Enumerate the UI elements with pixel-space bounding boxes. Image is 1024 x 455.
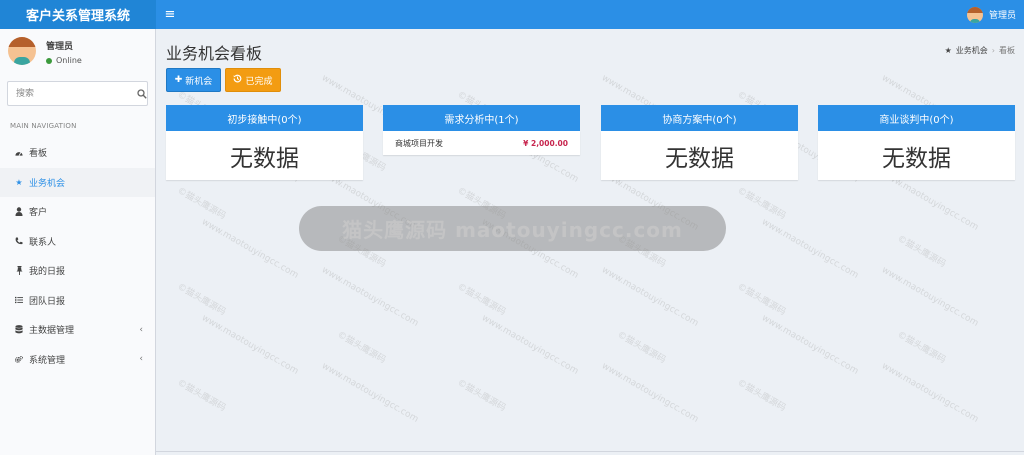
sidebar-item-my-daily-report[interactable]: 我的日报 bbox=[0, 256, 155, 286]
user-status-label: Online bbox=[56, 56, 82, 65]
watermark-text: www.maotouyingcc.com bbox=[879, 265, 981, 329]
board-column-negotiation: 商业谈判中(0个) 无数据 bbox=[818, 105, 1015, 180]
menu-toggle-icon[interactable]: ≡ bbox=[156, 0, 184, 29]
watermark-text: www.maotouyingcc.com bbox=[759, 313, 861, 377]
breadcrumb: ★ 业务机会 › 看板 bbox=[945, 45, 1015, 56]
column-body: 商城项目开发 ¥ 2,000.00 bbox=[383, 131, 580, 155]
top-navbar: ≡ 管理员 bbox=[156, 0, 1024, 29]
watermark-text: ©猫头鹰源码 bbox=[895, 233, 948, 270]
user-panel: 管理员 Online bbox=[8, 37, 82, 67]
opportunity-card[interactable]: 商城项目开发 ¥ 2,000.00 bbox=[383, 131, 580, 155]
sidebar-item-team-daily-report[interactable]: 团队日报 bbox=[0, 286, 155, 316]
watermark-text: ©猫头鹰源码 bbox=[175, 185, 228, 222]
column-header: 需求分析中(1个) bbox=[383, 105, 580, 131]
chevron-left-icon: ‹ bbox=[139, 354, 143, 365]
sidebar-item-label: 看板 bbox=[29, 149, 48, 160]
star-icon: ★ bbox=[944, 46, 952, 55]
sidebar-item-label: 系统管理 bbox=[29, 355, 66, 366]
search-input[interactable] bbox=[8, 82, 136, 105]
watermark-text: ©猫头鹰源码 bbox=[735, 281, 788, 318]
watermark-text: www.maotouyingcc.com bbox=[199, 217, 301, 281]
board-column-initial-contact: 初步接触中(0个) 无数据 bbox=[166, 105, 363, 180]
phone-icon bbox=[15, 237, 23, 246]
sidebar-item-label: 主数据管理 bbox=[29, 326, 75, 337]
chevron-left-icon: ‹ bbox=[139, 324, 143, 335]
column-header: 协商方案中(0个) bbox=[601, 105, 798, 131]
history-icon bbox=[233, 74, 242, 86]
sidebar-item-label: 业务机会 bbox=[29, 178, 66, 189]
watermark-text: ©猫头鹰源码 bbox=[895, 329, 948, 366]
board-column-needs-analysis: 需求分析中(1个) 商城项目开发 ¥ 2,000.00 bbox=[383, 105, 580, 155]
opportunity-name[interactable]: 商城项目开发 bbox=[395, 138, 443, 149]
dashboard-icon bbox=[15, 148, 23, 157]
sidebar-item-opportunities[interactable]: ★ 业务机会 bbox=[0, 167, 155, 197]
column-body: 无数据 bbox=[818, 131, 1015, 180]
watermark-text: www.maotouyingcc.com bbox=[479, 313, 581, 377]
breadcrumb-current: 看板 bbox=[999, 46, 1015, 55]
new-opportunity-label: 新机会 bbox=[185, 76, 213, 87]
new-opportunity-button[interactable]: ✚ 新机会 bbox=[166, 68, 221, 92]
sidebar: 管理员 Online MAIN NAVIGATION 看板 ★ 业务机会 bbox=[0, 29, 156, 455]
watermark-banner: 猫头鹰源码 maotouyingcc.com bbox=[299, 206, 726, 251]
list-icon bbox=[15, 296, 23, 305]
star-icon: ★ bbox=[15, 177, 23, 187]
watermark-text: www.maotouyingcc.com bbox=[199, 313, 301, 377]
pin-icon bbox=[15, 266, 23, 276]
app-logo[interactable]: 客户关系管理系统 bbox=[0, 0, 156, 29]
avatar bbox=[966, 6, 983, 23]
database-icon bbox=[15, 325, 23, 334]
sidebar-nav: 看板 ★ 业务机会 客户 联系人 我的日报 团队日报 主数据管理 ‹ 系统管理 … bbox=[0, 138, 155, 374]
footer-divider bbox=[156, 451, 1024, 452]
watermark-text: ©猫头鹰源码 bbox=[335, 329, 388, 366]
watermark-text: www.maotouyingcc.com bbox=[599, 361, 701, 425]
opportunity-amount: ¥ 2,000.00 bbox=[523, 138, 568, 148]
watermark-text: www.maotouyingcc.com bbox=[319, 265, 421, 329]
nav-header: MAIN NAVIGATION bbox=[10, 122, 77, 130]
watermark-text: www.maotouyingcc.com bbox=[759, 217, 861, 281]
sidebar-item-label: 客户 bbox=[29, 208, 48, 219]
header-user-name: 管理员 bbox=[988, 11, 1016, 21]
sidebar-item-customers[interactable]: 客户 bbox=[0, 197, 155, 227]
empty-placeholder: 无数据 bbox=[665, 145, 734, 172]
completed-label: 已完成 bbox=[245, 76, 273, 87]
search-box bbox=[7, 81, 148, 106]
watermark-text: www.maotouyingcc.com bbox=[599, 265, 701, 329]
sidebar-item-dashboard[interactable]: 看板 bbox=[0, 138, 155, 168]
watermark-text: www.maotouyingcc.com bbox=[879, 361, 981, 425]
watermark-text: ©猫头鹰源码 bbox=[455, 377, 508, 414]
column-body: 无数据 bbox=[166, 131, 363, 180]
watermark-text: www.maotouyingcc.com bbox=[319, 361, 421, 425]
avatar bbox=[8, 37, 36, 65]
user-menu[interactable]: 管理员 bbox=[966, 0, 1016, 29]
board-column-proposal: 协商方案中(0个) 无数据 bbox=[601, 105, 798, 180]
breadcrumb-parent[interactable]: 业务机会 bbox=[956, 45, 988, 56]
user-status: Online bbox=[46, 56, 82, 65]
watermark-text: ©猫头鹰源码 bbox=[175, 377, 228, 414]
plus-icon: ✚ bbox=[174, 75, 183, 85]
user-icon bbox=[15, 207, 23, 217]
watermark-text: ©猫头鹰源码 bbox=[735, 185, 788, 222]
column-header: 初步接触中(0个) bbox=[166, 105, 363, 131]
sidebar-user-name: 管理员 bbox=[46, 42, 74, 52]
online-dot-icon bbox=[46, 57, 52, 64]
breadcrumb-separator: › bbox=[991, 46, 995, 55]
page-title: 业务机会看板 bbox=[166, 44, 263, 63]
empty-placeholder: 无数据 bbox=[882, 145, 951, 172]
sidebar-item-master-data[interactable]: 主数据管理 ‹ bbox=[0, 315, 155, 345]
sidebar-item-label: 我的日报 bbox=[29, 267, 66, 278]
sidebar-item-system-management[interactable]: 系统管理 ‹ bbox=[0, 345, 155, 375]
search-icon[interactable] bbox=[136, 82, 147, 105]
column-body: 无数据 bbox=[601, 131, 798, 180]
sidebar-item-label: 团队日报 bbox=[29, 296, 66, 307]
sidebar-item-contacts[interactable]: 联系人 bbox=[0, 227, 155, 257]
watermark-text: ©猫头鹰源码 bbox=[455, 281, 508, 318]
empty-placeholder: 无数据 bbox=[230, 145, 299, 172]
column-header: 商业谈判中(0个) bbox=[818, 105, 1015, 131]
sidebar-item-label: 联系人 bbox=[29, 237, 57, 248]
watermark-text: ©猫头鹰源码 bbox=[735, 377, 788, 414]
watermark-text: ©猫头鹰源码 bbox=[175, 281, 228, 318]
cogs-icon bbox=[15, 355, 23, 364]
watermark-text: ©猫头鹰源码 bbox=[615, 329, 668, 366]
completed-button[interactable]: 已完成 bbox=[225, 68, 281, 92]
